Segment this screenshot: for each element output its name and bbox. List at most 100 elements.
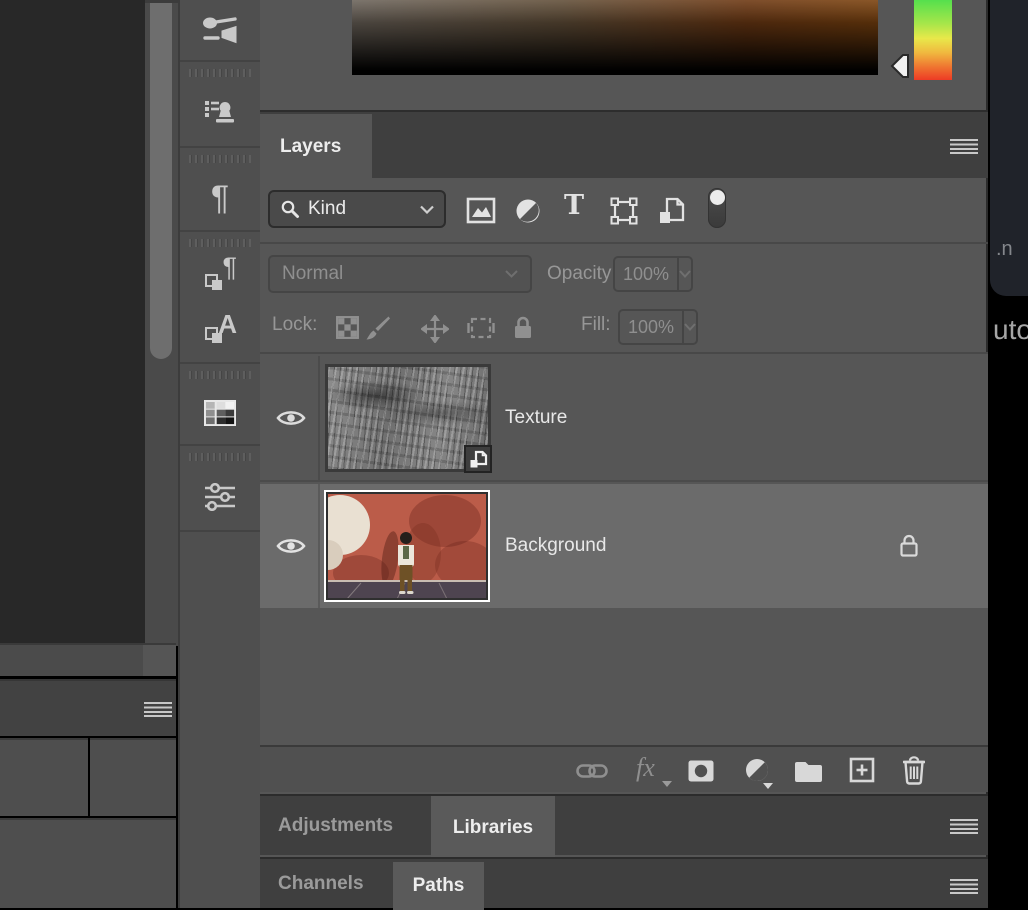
filter-kind-dropdown[interactable]: Kind (268, 190, 446, 228)
paragraph-styles-panel-icon[interactable]: ¶ (180, 249, 260, 302)
left-panel-menu-icon[interactable] (144, 702, 172, 717)
new-layer-icon[interactable] (849, 757, 875, 783)
blend-opacity-row: Normal Opacity: 100% (260, 246, 988, 302)
paragraph-glyph: ¶ (211, 181, 229, 215)
delete-layer-icon[interactable] (901, 756, 927, 785)
libraries-panel-menu-icon[interactable] (950, 819, 978, 834)
dock-group: ¶ (180, 148, 260, 232)
search-icon (280, 199, 300, 219)
dock-gripper[interactable] (189, 155, 251, 163)
kind-dropdown-value: Kind (308, 198, 412, 220)
layer-thumbnail-background[interactable] (324, 490, 490, 602)
vertical-scrollbar[interactable] (145, 0, 178, 646)
brush-settings-panel-icon[interactable] (180, 0, 260, 60)
lock-fill-row: Lock: Fill: 100% (260, 302, 988, 354)
chevron-down-icon (505, 270, 518, 278)
lock-all-icon[interactable] (512, 315, 534, 341)
fill-value: 100% (620, 311, 682, 343)
tab-libraries[interactable]: Libraries (431, 796, 555, 859)
chevron-down-icon[interactable] (682, 311, 696, 343)
smart-object-badge (464, 445, 492, 473)
adjustments-libraries-tabbar: Adjustments Libraries (260, 794, 988, 855)
dock-group (180, 0, 260, 62)
chevron-down-icon (763, 783, 773, 789)
dock-gripper[interactable] (189, 453, 251, 461)
lock-image-pixels-icon[interactable] (365, 315, 391, 341)
dock-group (180, 364, 260, 446)
layer-effects-icon[interactable]: fx (636, 755, 655, 781)
lock-transparent-pixels-icon[interactable] (335, 315, 360, 340)
libraries-tab-label: Libraries (453, 817, 533, 839)
filter-type-layers-icon[interactable]: T (564, 192, 584, 219)
layers-panel-group: Layers Kind T (260, 0, 988, 908)
layer-locked-icon[interactable] (898, 533, 920, 559)
dock-group: ¶ A (180, 232, 260, 364)
opacity-label: Opacity: (547, 263, 617, 285)
properties-panel-icon[interactable] (180, 463, 260, 530)
paragraph-panel-icon[interactable]: ¶ (180, 165, 260, 230)
status-bar-corner (143, 645, 176, 676)
paths-tab-label: Paths (413, 875, 465, 897)
swatches-panel-icon[interactable] (180, 381, 260, 444)
clone-source-panel-icon[interactable] (180, 79, 260, 146)
tab-layers[interactable]: Layers (260, 114, 372, 180)
overlay-text-fragment: utor (993, 314, 1028, 346)
dock-gripper[interactable] (189, 371, 251, 379)
layer-name[interactable]: Texture (505, 407, 567, 429)
opacity-value-box[interactable]: 100% (613, 256, 693, 292)
layer-list: Texture (260, 354, 988, 745)
hue-ramp[interactable] (914, 0, 952, 80)
layer-row-background[interactable]: Background (260, 484, 988, 608)
lock-label: Lock: (272, 314, 317, 336)
paragraph-styles-glyph: ¶ (203, 258, 237, 292)
dock-gripper[interactable] (189, 239, 251, 247)
left-panel-cell[interactable] (0, 818, 176, 908)
layer-row-texture[interactable]: Texture (260, 356, 988, 482)
blend-mode-dropdown[interactable]: Normal (268, 255, 532, 293)
panel-icon-dock: ¶ ¶ A (178, 0, 260, 908)
tab-adjustments[interactable]: Adjustments (278, 815, 393, 837)
tab-paths[interactable]: Paths (393, 862, 484, 910)
eye-icon[interactable] (276, 408, 306, 428)
left-panel-cell[interactable] (90, 738, 176, 816)
paths-panel-menu-icon[interactable] (950, 879, 978, 894)
link-layers-icon[interactable] (576, 763, 608, 779)
filter-toggle[interactable] (708, 188, 726, 228)
scrollbar-thumb[interactable] (150, 3, 172, 359)
filter-shape-layers-icon[interactable] (610, 197, 638, 225)
fx-label: fx (636, 753, 655, 782)
fill-label: Fill: (581, 314, 611, 336)
eye-icon[interactable] (276, 536, 306, 556)
opacity-value: 100% (615, 258, 677, 290)
blend-mode-value: Normal (282, 263, 343, 285)
dock-gripper[interactable] (189, 69, 251, 77)
tab-channels[interactable]: Channels (278, 873, 364, 895)
document-canvas (0, 0, 145, 643)
layer-filter-row: Kind T (260, 178, 988, 244)
filter-adjustment-layers-icon[interactable] (514, 197, 542, 225)
chevron-down-icon[interactable] (677, 258, 691, 290)
left-panel-header (0, 679, 176, 736)
hue-slider-arrow[interactable] (889, 53, 911, 79)
new-group-icon[interactable] (794, 760, 823, 782)
dock-group (180, 446, 260, 532)
lock-artboard-nesting-icon[interactable] (467, 315, 495, 341)
new-adjustment-layer-icon[interactable] (743, 757, 771, 785)
overlay-text-fragment: .n (996, 238, 1013, 261)
overlay-card: .n (990, 0, 1028, 296)
layers-tabbar: Layers (260, 110, 988, 178)
layer-thumbnail-texture[interactable] (328, 367, 488, 469)
layer-name[interactable]: Background (505, 535, 606, 557)
fill-value-box[interactable]: 100% (618, 309, 698, 345)
filter-smart-objects-icon[interactable] (658, 197, 685, 225)
character-styles-panel-icon[interactable]: A (180, 302, 260, 363)
dock-group (180, 62, 260, 148)
filter-pixel-layers-icon[interactable] (466, 197, 496, 224)
layers-panel-menu-icon[interactable] (950, 139, 978, 154)
add-layer-mask-icon[interactable] (688, 760, 714, 782)
left-panel-cell[interactable] (0, 738, 88, 816)
layers-tab-label: Layers (280, 136, 341, 158)
lock-position-icon[interactable] (421, 315, 449, 343)
color-picker-field[interactable] (352, 0, 878, 75)
character-styles-glyph: A (203, 311, 237, 345)
